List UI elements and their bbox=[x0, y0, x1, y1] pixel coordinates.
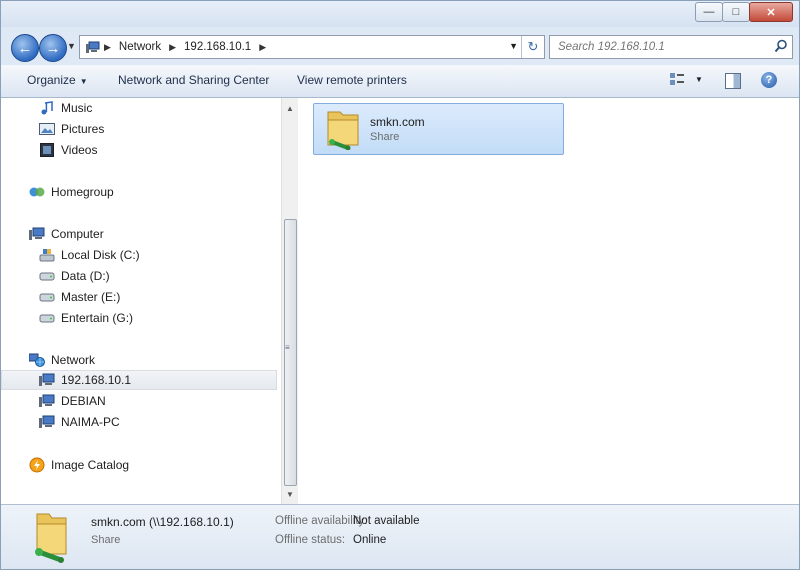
refresh-icon[interactable]: ↻ bbox=[521, 36, 544, 58]
nav-item-image-catalog[interactable]: Image Catalog bbox=[1, 455, 305, 475]
recent-pages-dropdown[interactable]: ▼ bbox=[67, 41, 76, 51]
change-view-button[interactable]: ▼ bbox=[669, 72, 703, 86]
shared-folder-icon bbox=[35, 513, 67, 563]
breadcrumb-host[interactable]: 192.168.10.1 bbox=[184, 41, 251, 53]
nav-item-data-d[interactable]: Data (D:) bbox=[1, 266, 315, 286]
item-name: smkn.com bbox=[370, 115, 425, 129]
title-bar: — □ ✕ bbox=[1, 1, 799, 27]
videos-icon bbox=[39, 143, 55, 157]
organize-button[interactable]: Organize ▼ bbox=[27, 73, 88, 87]
nav-item-label: Data (D:) bbox=[61, 269, 110, 283]
nav-item-music[interactable]: Music bbox=[1, 98, 315, 118]
preview-pane-icon[interactable] bbox=[725, 73, 741, 89]
network-icon bbox=[29, 353, 45, 367]
search-input[interactable] bbox=[556, 36, 770, 58]
shared-folder-icon bbox=[327, 111, 359, 150]
nav-item-192-168-10-1[interactable]: 192.168.10.1 bbox=[1, 370, 277, 390]
minimize-button[interactable]: — bbox=[695, 2, 723, 22]
address-bar[interactable]: ▶ Network ▶ 192.168.10.1 ▶ ▼ ↻ bbox=[79, 35, 545, 59]
nav-item-master-e[interactable]: Master (E:) bbox=[1, 287, 315, 307]
network-computer-icon bbox=[39, 373, 55, 387]
explorer-window: — □ ✕ ← → ▼ ▶ Network ▶ 192.168.10.1 ▶ ▼… bbox=[0, 0, 800, 570]
nav-item-videos[interactable]: Videos bbox=[1, 140, 315, 160]
nav-item-label: Homegroup bbox=[51, 185, 114, 199]
image-catalog-icon bbox=[29, 457, 45, 473]
computer-icon bbox=[29, 227, 45, 241]
nav-item-label: Image Catalog bbox=[51, 458, 130, 472]
scrollbar-thumb[interactable] bbox=[284, 219, 297, 486]
scroll-down-icon[interactable]: ▼ bbox=[282, 486, 298, 502]
command-bar: Organize ▼ Network and Sharing Center Vie… bbox=[1, 65, 799, 98]
details-title: smkn.com (\\192.168.10.1) bbox=[91, 515, 234, 529]
drive-icon bbox=[39, 311, 55, 325]
nav-item-homegroup[interactable]: Homegroup bbox=[1, 182, 305, 202]
network-computer-icon bbox=[39, 415, 55, 429]
local-disk-icon bbox=[39, 248, 55, 262]
views-icon bbox=[670, 73, 684, 85]
caption-buttons: — □ ✕ bbox=[695, 2, 793, 22]
nav-item-debian[interactable]: DEBIAN bbox=[1, 391, 315, 411]
nav-item-computer[interactable]: Computer bbox=[1, 224, 305, 244]
breadcrumb-separator[interactable]: ▶ bbox=[169, 42, 176, 53]
navigation-scrollbar[interactable]: ▲ ≡ ▼ bbox=[281, 98, 298, 504]
music-icon bbox=[39, 101, 55, 115]
details-pane: smkn.com (\\192.168.10.1) Share Offline … bbox=[1, 504, 799, 569]
organize-label: Organize bbox=[27, 73, 76, 87]
nav-item-pictures[interactable]: Pictures bbox=[1, 119, 315, 139]
item-type: Share bbox=[370, 131, 400, 143]
chevron-down-icon: ▼ bbox=[695, 74, 703, 84]
nav-item-label: Entertain (G:) bbox=[61, 311, 134, 325]
nav-item-local-disk-c[interactable]: Local Disk (C:) bbox=[1, 245, 315, 265]
search-icon[interactable] bbox=[774, 39, 788, 53]
nav-item-label: Music bbox=[61, 101, 93, 115]
breadcrumb-network[interactable]: Network bbox=[119, 41, 161, 53]
maximize-button[interactable]: □ bbox=[722, 2, 750, 22]
nav-item-label: Local Disk (C:) bbox=[61, 248, 140, 262]
drive-icon bbox=[39, 269, 55, 283]
network-computer-icon bbox=[86, 41, 100, 53]
share-item-smkn[interactable]: smkn.com Share bbox=[313, 103, 564, 155]
back-arrow-icon: ← bbox=[17, 39, 33, 57]
nav-item-label: Computer bbox=[51, 227, 104, 241]
file-list: smkn.com Share bbox=[298, 98, 799, 504]
offline-status-label: Offline status: bbox=[275, 534, 346, 546]
nav-item-label: 192.168.10.1 bbox=[61, 373, 132, 387]
address-row: ← → ▼ ▶ Network ▶ 192.168.10.1 ▶ ▼ ↻ bbox=[1, 27, 799, 65]
details-type: Share bbox=[91, 534, 121, 546]
nav-item-label: DEBIAN bbox=[61, 394, 106, 408]
forward-arrow-icon: → bbox=[45, 39, 61, 57]
nav-item-label: Master (E:) bbox=[61, 290, 121, 304]
homegroup-icon bbox=[29, 185, 45, 199]
navigation-pane: Music Pictures Videos Homegroup Computer bbox=[1, 98, 281, 504]
breadcrumb-separator[interactable]: ▶ bbox=[259, 42, 266, 53]
grip-icon: ≡ bbox=[285, 343, 290, 352]
nav-item-network[interactable]: Network bbox=[1, 350, 305, 370]
drive-icon bbox=[39, 290, 55, 304]
network-sharing-center-button[interactable]: Network and Sharing Center bbox=[118, 73, 269, 87]
address-history-dropdown[interactable]: ▼ bbox=[509, 41, 518, 51]
back-button[interactable]: ← bbox=[11, 34, 39, 62]
offline-availability-value: Not available bbox=[353, 515, 420, 527]
nav-item-naima-pc[interactable]: NAIMA-PC bbox=[1, 412, 315, 432]
view-remote-printers-button[interactable]: View remote printers bbox=[297, 73, 407, 87]
close-button[interactable]: ✕ bbox=[749, 2, 793, 22]
network-computer-icon bbox=[39, 394, 55, 408]
nav-item-label: Network bbox=[51, 353, 96, 367]
chevron-down-icon: ▼ bbox=[79, 77, 88, 86]
help-icon[interactable]: ? bbox=[761, 72, 777, 88]
forward-button[interactable]: → bbox=[39, 34, 67, 62]
nav-item-entertain-g[interactable]: Entertain (G:) bbox=[1, 308, 315, 328]
nav-item-label: Videos bbox=[61, 143, 98, 157]
breadcrumb-separator[interactable]: ▶ bbox=[104, 42, 111, 53]
offline-status-value: Online bbox=[353, 534, 387, 546]
pictures-icon bbox=[39, 122, 55, 136]
nav-item-label: NAIMA-PC bbox=[61, 415, 120, 429]
scroll-up-icon[interactable]: ▲ bbox=[282, 100, 298, 116]
nav-item-label: Pictures bbox=[61, 122, 105, 136]
search-box[interactable] bbox=[549, 35, 793, 59]
